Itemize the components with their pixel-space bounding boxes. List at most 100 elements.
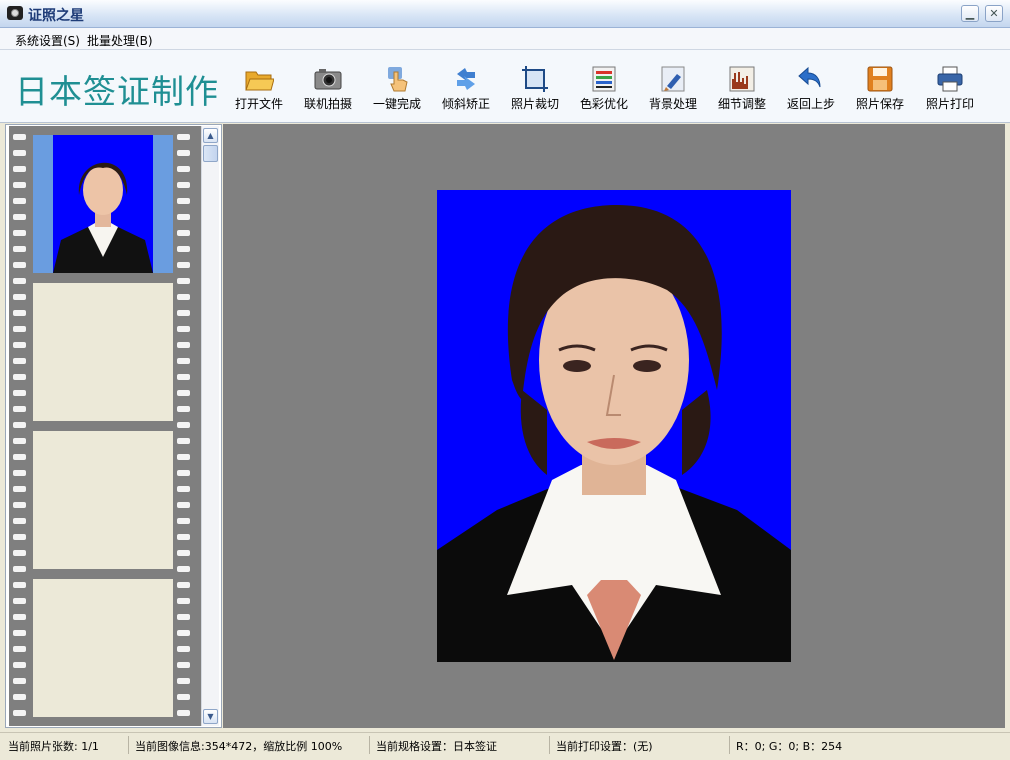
scroll-up-button[interactable]: ▲ [203, 128, 218, 143]
film-hole [13, 678, 26, 684]
print-photo-button[interactable]: 照片打印 [917, 62, 983, 116]
film-hole [177, 470, 190, 476]
film-hole [13, 710, 26, 716]
film-hole [177, 326, 190, 332]
camera-capture-button[interactable]: 联机拍摄 [295, 62, 361, 116]
film-hole [13, 502, 26, 508]
film-hole [13, 614, 26, 620]
film-hole [13, 534, 26, 540]
menu-batch-processing[interactable]: 批量处理(B) [87, 32, 153, 49]
filmstrip [9, 126, 202, 726]
background-brush-icon [661, 66, 685, 92]
one-click-finish-button[interactable]: 一键完成 [364, 62, 430, 116]
film-hole [177, 246, 190, 252]
status-image-info: 当前图像信息:354*472，缩放比例 100% [135, 740, 343, 753]
film-hole [13, 694, 26, 700]
film-hole [13, 182, 26, 188]
open-file-button[interactable]: 打开文件 [226, 62, 292, 116]
thumbnail-scrollbar[interactable]: ▲ ▼ [201, 126, 219, 726]
film-hole [177, 262, 190, 268]
film-hole [177, 150, 190, 156]
film-hole [177, 614, 190, 620]
film-hole [13, 422, 26, 428]
detail-adjust-button[interactable]: 细节调整 [709, 62, 775, 116]
status-bar: 当前照片张数: 1/1 当前图像信息:354*472，缩放比例 100% 当前规… [0, 732, 1010, 760]
brand-title: 日本签证制作 [15, 72, 219, 111]
film-hole [177, 342, 190, 348]
film-hole [13, 566, 26, 572]
menu-bar: 系统设置(S) 批量处理(B) [0, 28, 1010, 50]
save-photo-button[interactable]: 照片保存 [847, 62, 913, 116]
film-hole [177, 662, 190, 668]
film-hole [177, 406, 190, 412]
film-hole [13, 278, 26, 284]
status-divider [549, 736, 550, 754]
film-hole [13, 134, 26, 140]
rotate-correct-icon [457, 68, 475, 90]
film-hole [177, 518, 190, 524]
film-hole [177, 710, 190, 716]
film-hole [13, 646, 26, 652]
thumbnail-frame-4[interactable] [33, 579, 173, 717]
film-hole [177, 422, 190, 428]
undo-icon [798, 66, 821, 88]
histogram-icon [729, 66, 755, 92]
film-hole [13, 230, 26, 236]
minimize-button[interactable]: ▁ [961, 5, 979, 22]
film-hole [13, 630, 26, 636]
film-hole [177, 198, 190, 204]
film-hole [13, 246, 26, 252]
portrait-image [437, 190, 791, 662]
film-hole [177, 646, 190, 652]
background-process-button[interactable]: 背景处理 [640, 62, 706, 116]
film-hole [13, 198, 26, 204]
film-hole [177, 550, 190, 556]
scroll-down-button[interactable]: ▼ [203, 709, 218, 724]
status-divider [729, 736, 730, 754]
hand-pointer-icon [388, 67, 408, 92]
film-hole [13, 342, 26, 348]
thumbnail-panel: ▲ ▼ [5, 124, 222, 728]
film-hole [177, 630, 190, 636]
status-divider [128, 736, 129, 754]
film-hole [13, 582, 26, 588]
color-palette-icon [592, 66, 616, 92]
close-button[interactable]: ✕ [985, 5, 1003, 22]
thumbnail-frame-2[interactable] [33, 283, 173, 421]
photo-crop-button[interactable]: 照片裁切 [502, 62, 568, 116]
status-rgb: R：0; G：0; B：254 [736, 740, 843, 753]
printer-icon [937, 66, 963, 92]
film-hole [177, 214, 190, 220]
film-hole [177, 598, 190, 604]
film-hole [13, 326, 26, 332]
camera-icon [314, 69, 342, 90]
menu-system-settings[interactable]: 系统设置(S) [15, 32, 80, 49]
film-hole [13, 470, 26, 476]
film-hole [177, 374, 190, 380]
undo-button[interactable]: 返回上步 [778, 62, 844, 116]
film-hole [177, 438, 190, 444]
tilt-correction-button[interactable]: 倾斜矫正 [433, 62, 499, 116]
film-hole [177, 678, 190, 684]
film-hole [13, 438, 26, 444]
color-optimize-button[interactable]: 色彩优化 [571, 62, 637, 116]
film-hole [177, 278, 190, 284]
film-hole [13, 358, 26, 364]
film-hole [13, 374, 26, 380]
scroll-thumb[interactable] [203, 145, 218, 162]
film-hole [177, 134, 190, 140]
toolbar: 日本签证制作 打开文件 联机拍摄 一键完成 倾斜矫正 照片裁切 色彩优化 背景处… [0, 50, 1010, 123]
film-hole [177, 182, 190, 188]
film-hole [13, 598, 26, 604]
film-hole [13, 550, 26, 556]
thumbnail-frame-1[interactable] [33, 135, 173, 273]
film-hole [177, 230, 190, 236]
film-hole [13, 390, 26, 396]
thumbnail-frame-3[interactable] [33, 431, 173, 569]
film-hole [13, 150, 26, 156]
film-hole [177, 358, 190, 364]
film-hole [13, 486, 26, 492]
id-photo[interactable] [437, 190, 791, 662]
film-hole [177, 486, 190, 492]
film-hole [13, 262, 26, 268]
